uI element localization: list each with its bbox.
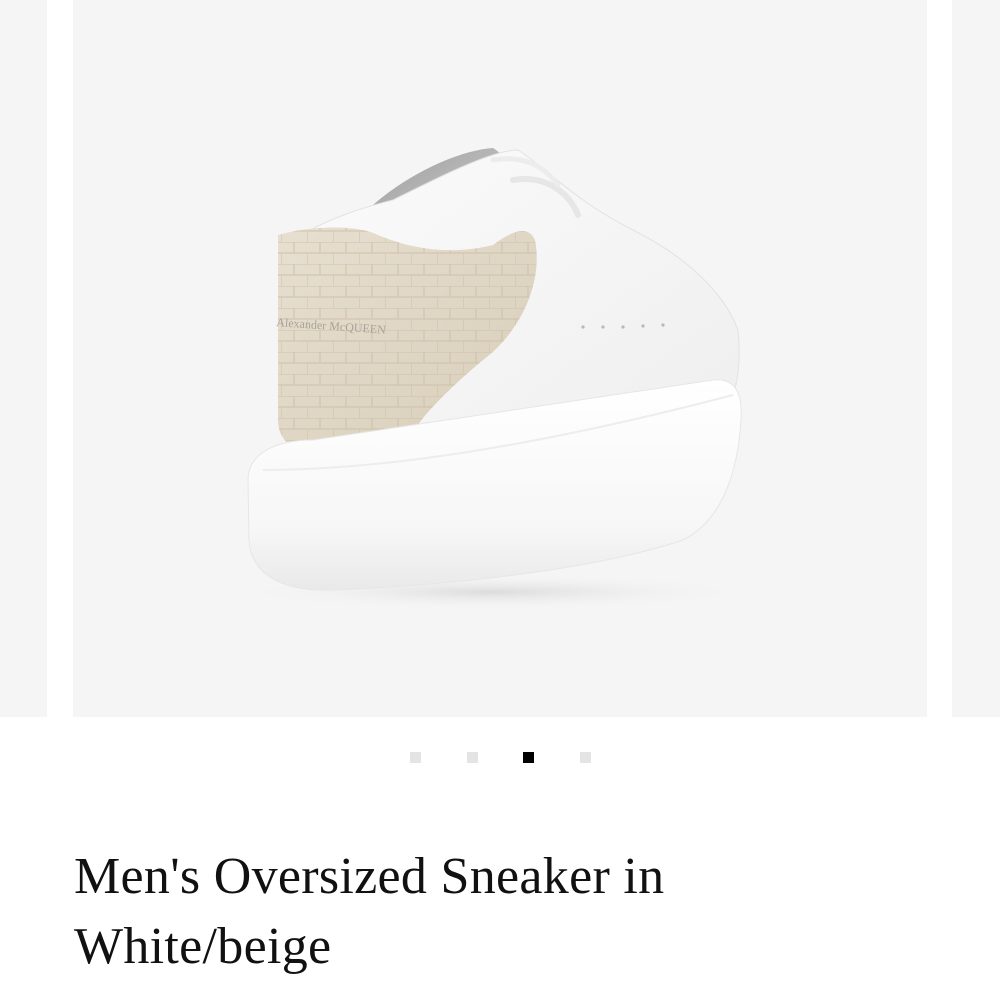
product-image-carousel[interactable]: Alexander McQUEEN: [0, 0, 1000, 717]
next-slide-peek[interactable]: [952, 0, 1000, 717]
current-slide[interactable]: Alexander McQUEEN: [73, 0, 927, 717]
sneaker-image: Alexander McQUEEN: [233, 148, 753, 610]
previous-slide-peek[interactable]: [0, 0, 47, 717]
carousel-pagination: [410, 752, 592, 764]
pagination-dot-2[interactable]: [467, 752, 478, 763]
pagination-dot-3[interactable]: [523, 752, 534, 763]
product-page: Alexander McQUEEN Men's Oversized Sneake…: [0, 0, 1000, 1000]
pagination-dot-4[interactable]: [580, 752, 591, 763]
product-title: Men's Oversized Sneaker in White/beige: [74, 848, 665, 975]
pagination-dot-1[interactable]: [410, 752, 421, 763]
